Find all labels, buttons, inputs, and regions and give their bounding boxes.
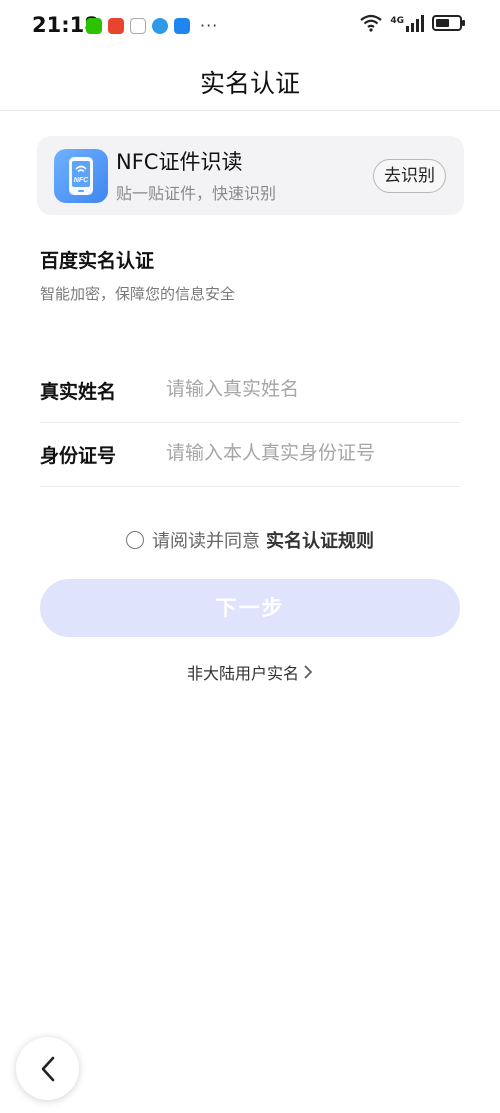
nfc-title: NFC证件识读 (116, 150, 243, 174)
status-right: 4G (360, 14, 466, 32)
listen-app-icon (108, 17, 124, 34)
name-row: 真实姓名 (40, 358, 460, 423)
agreement-rules-link[interactable]: 实名认证规则 (266, 527, 374, 553)
nfc-icon-text: NFC (74, 177, 89, 184)
overseas-realname-link[interactable]: 非大陆用户实名 (0, 660, 500, 684)
section-subtitle: 智能加密，保障您的信息安全 (40, 285, 236, 303)
section-title: 百度实名认证 (40, 250, 155, 272)
status-bar: 21:18 ··· 4G (0, 0, 500, 52)
agreement-checkbox[interactable] (126, 531, 144, 549)
battery-icon (432, 15, 465, 31)
overseas-link-label: 非大陆用户实名 (186, 664, 299, 683)
agreement-row: 请阅读并同意 实名认证规则 (0, 525, 500, 555)
id-number-row: 身份证号 (40, 422, 460, 487)
recognize-button[interactable]: 去识别 (373, 159, 446, 193)
nfc-subtitle: 贴一贴证件，快速识别 (116, 184, 277, 203)
network-type-label: 4G (390, 16, 404, 26)
id-number-input[interactable] (166, 438, 456, 468)
signal-bars-icon (406, 15, 424, 32)
notification-icons: ··· (86, 16, 218, 35)
shell-app-icon (130, 17, 146, 34)
chevron-left-icon (41, 1056, 54, 1081)
globe-app-icon (152, 17, 168, 34)
agreement-text: 请阅读并同意 (152, 531, 260, 552)
cellular-signal: 4G (390, 14, 424, 32)
wifi-icon (360, 14, 383, 32)
nfc-card[interactable]: NFC NFC证件识读 贴一贴证件，快速识别 去识别 (37, 136, 464, 215)
name-label: 真实姓名 (40, 381, 117, 403)
nfc-phone-icon: NFC (69, 157, 93, 195)
next-button[interactable]: 下一步 (40, 579, 460, 637)
name-input[interactable] (166, 374, 456, 404)
nfc-app-icon: NFC (54, 149, 108, 203)
more-notifications-icon: ··· (200, 16, 219, 35)
header: 实名认证 (0, 52, 500, 111)
page-title: 实名认证 (199, 69, 300, 98)
cloud-app-icon (174, 17, 190, 34)
chevron-right-icon (303, 664, 313, 683)
id-number-label: 身份证号 (40, 445, 117, 467)
wechat-icon (86, 17, 102, 34)
back-button[interactable] (16, 1037, 79, 1100)
